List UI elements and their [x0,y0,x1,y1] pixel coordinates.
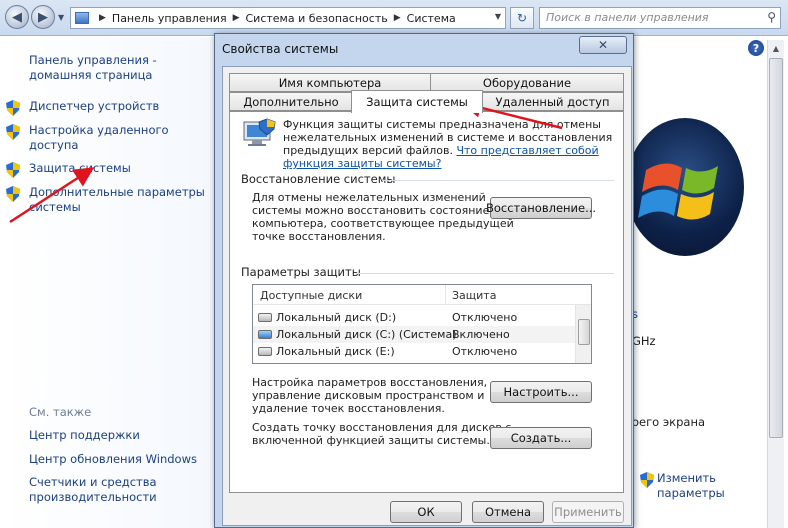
chevron-right-icon: ▶ [393,13,401,23]
restore-heading: Восстановление системы [241,172,396,186]
chevron-right-icon: ▶ [232,13,240,23]
create-button[interactable]: Создать... [490,427,592,449]
shield-icon [640,472,654,488]
col-available-drives[interactable]: Доступные диски [260,289,362,302]
protection-divider [356,273,614,274]
remote-settings-link[interactable]: Настройка удаленного доступа [29,123,169,153]
main-scrollbar[interactable]: ▲ [767,40,784,528]
search-icon[interactable]: ⚲ [767,10,776,24]
explorer-toolbar: ◀ ▶ ▼ ▶ Панель управления ▶ Система и бе… [0,0,788,36]
protection-settings-heading: Параметры защиты [241,265,361,279]
back-button[interactable]: ◀ [5,5,29,29]
shield-icon [6,162,20,178]
cancel-button[interactable]: Отмена [472,501,544,523]
computer-shield-icon [243,118,276,146]
restore-divider [382,180,614,181]
dialog-body: Имя компьютера Оборудование Дополнительн… [222,66,632,526]
windows-logo [626,118,744,256]
system-drive-icon [258,330,272,339]
drives-scroll-thumb[interactable] [578,319,590,345]
ok-button[interactable]: ОК [390,501,462,523]
scroll-up-icon[interactable]: ▲ [768,40,784,56]
what-is-protection-link-cont[interactable]: функция защиты системы? [283,157,612,170]
shield-icon [6,100,20,116]
col-protection[interactable]: Защита [452,289,496,302]
address-bar[interactable]: ▶ Панель управления ▶ Система и безопасн… [70,7,506,29]
change-settings-link[interactable]: Изменить параметры [657,471,725,501]
tab-remote[interactable]: Удаленный доступ [481,92,624,111]
drives-list-scrollbar[interactable] [575,305,591,363]
tab-system-protection[interactable]: Защита системы [351,90,483,113]
partial-text-screen: оего экрана [632,415,706,429]
forward-button[interactable]: ▶ [31,5,55,29]
hard-drive-icon [258,313,272,322]
system-protection-link[interactable]: Защита системы [29,161,131,176]
system-restore-button[interactable]: Восстановление... [486,197,596,219]
drive-row[interactable]: Локальный диск (C:) (Система) Включено [253,326,575,343]
shield-icon [6,186,20,202]
system-info-pane [630,37,788,528]
search-input[interactable]: Поиск в панели управления ⚲ [539,7,781,29]
tab-advanced[interactable]: Дополнительно [229,92,353,111]
windows-flag-icon [638,163,718,220]
drive-row[interactable]: Локальный диск (D:) Отключено [253,309,575,326]
system-properties-dialog: Свойства системы ✕ Имя компьютера Оборуд… [214,33,634,528]
intro-text: Функция защиты системы предназначена для… [283,118,613,170]
shield-icon [6,124,20,140]
left-task-pane: Панель управления - домашняя страница Дис… [0,37,214,528]
breadcrumb-control-panel[interactable]: Панель управления [112,12,227,25]
windows-update-link[interactable]: Центр обновления Windows [29,452,197,467]
refresh-button[interactable]: ↻ [510,7,534,29]
see-also-heading: См. также [29,405,92,419]
control-panel-home-link[interactable]: Панель управления - домашняя страница [29,53,157,83]
breadcrumb-system-security[interactable]: Система и безопасность [246,12,388,25]
advanced-settings-link[interactable]: Дополнительные параметры системы [29,185,205,215]
hard-drive-icon [258,347,272,356]
partial-text-ghz: GHz [632,334,656,348]
apply-button[interactable]: Применить [552,501,624,523]
close-button[interactable]: ✕ [579,36,627,54]
drives-list[interactable]: Доступные диски Защита Локальный диск (D… [252,284,592,364]
protection-tab-panel: Функция защиты системы предназначена для… [229,111,624,493]
configure-button[interactable]: Настроить... [490,381,592,403]
drive-row[interactable]: Локальный диск (E:) Отключено [253,343,575,360]
action-center-link[interactable]: Центр поддержки [29,428,140,443]
breadcrumb-system[interactable]: Система [407,12,456,25]
configure-description: Настройка параметров восстановления, упра… [252,376,488,415]
create-description: Создать точку восстановления для дисков … [252,421,512,447]
device-manager-link[interactable]: Диспетчер устройств [29,99,159,114]
help-icon[interactable]: ? [748,40,764,56]
chevron-down-icon[interactable]: ▼ [495,12,501,21]
search-placeholder: Поиск в панели управления [546,11,709,24]
history-dropdown-icon[interactable]: ▼ [58,13,64,22]
scroll-thumb[interactable] [769,58,783,438]
performance-link[interactable]: Счетчики и средства производительности [29,475,157,505]
drives-list-header: Доступные диски Защита [253,285,591,305]
chevron-right-icon: ▶ [99,13,106,23]
restore-description: Для отмены нежелательных изменений систем… [252,191,514,243]
what-is-protection-link[interactable]: Что представляет собой [456,144,598,157]
control-panel-icon [75,12,89,24]
dialog-title: Свойства системы [222,42,339,56]
